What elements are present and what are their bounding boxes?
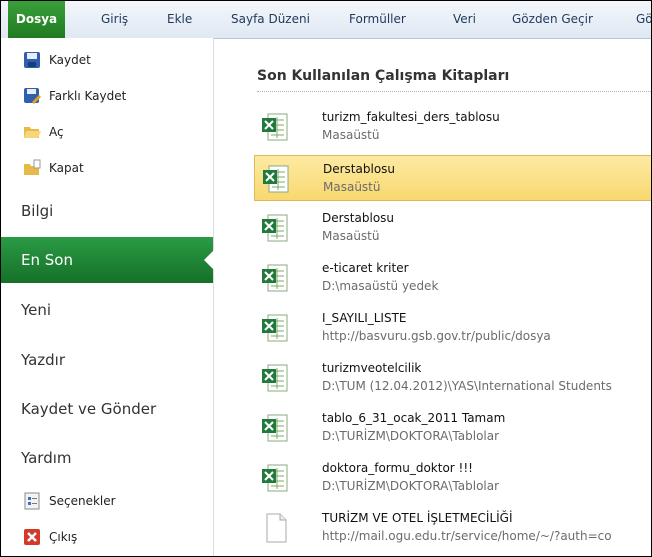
tab-view[interactable]: Gö [636,1,651,38]
nav-tab-recent[interactable]: En Son [1,237,214,283]
recent-item-path: D:\TUM (12.04.2012)\YAS\International St… [322,379,612,393]
close-command[interactable]: Kapat [1,151,213,185]
save-as-icon [23,87,41,105]
recent-item[interactable]: I_SAYILI_LISTE http://basvuru.gsb.gov.tr… [254,305,651,351]
tab-review[interactable]: Gözden Geçir [512,1,593,38]
save-command[interactable]: Kaydet [1,43,213,77]
recent-item-name: tablo_6_31_ocak_2011 Tamam [322,411,506,425]
recent-item-selected[interactable]: Derstablosu Masaüstü [254,155,651,201]
blank-file-icon [261,513,289,543]
tab-file[interactable]: Dosya [8,1,65,39]
recent-item-name: Derstablosu [322,211,395,225]
recent-item-name: Derstablosu [323,162,396,176]
recent-item-name: e-ticaret kriter [322,261,409,275]
recent-item-path: D:\TURİZM\DOKTORA\Tablolar [322,429,500,443]
save-as-command[interactable]: Farklı Kaydet [1,79,213,113]
recent-item-path: D:\TURİZM\DOKTORA\Tablolar [322,479,500,493]
recent-workbooks-panel: Son Kullanılan Çalışma Kitapları turizm_… [214,38,651,556]
excel-file-icon [261,263,289,293]
tab-data[interactable]: Veri [453,1,476,38]
recent-item[interactable]: turizmveotelcilik D:\TUM (12.04.2012)\YA… [254,355,651,401]
open-folder-icon [23,123,41,141]
recent-item-path: Masaüstü [322,229,380,243]
recent-item-name: doktora_formu_doktor !!! [322,461,473,475]
excel-file-icon [261,213,289,243]
recent-item-name: I_SAYILI_LISTE [322,311,407,325]
recent-item-path: http://basvuru.gsb.gov.tr/public/dosya [322,329,551,343]
recent-item-name: TURİZM VE OTEL İŞLETMECİLİĞİ [322,511,513,525]
recent-item[interactable]: e-ticaret kriter D:\masaüstü yedek [254,255,651,301]
ribbon-tab-strip: Dosya Giriş Ekle Sayfa Düzeni Formüller … [1,1,651,39]
recent-item[interactable]: doktora_formu_doktor !!! D:\TURİZM\DOKTO… [254,455,651,501]
excel-backstage-window: Dosya Giriş Ekle Sayfa Düzeni Formüller … [0,0,652,557]
close-label: Kapat [49,161,84,175]
nav-tab-print[interactable]: Yazdır [1,337,213,383]
section-divider [257,91,651,92]
nav-tab-info[interactable]: Bilgi [1,188,213,234]
excel-file-icon [262,164,290,194]
exit-command[interactable]: Çıkış [1,520,213,554]
excel-file-icon [261,463,289,493]
excel-file-icon [261,363,289,393]
recent-item-path: Masaüstü [323,180,381,194]
open-label: Aç [49,125,64,139]
open-command[interactable]: Aç [1,115,213,149]
options-label: Seçenekler [49,494,116,508]
exit-label: Çıkış [49,530,78,544]
tab-page-layout[interactable]: Sayfa Düzeni [231,1,310,38]
recent-section-title: Son Kullanılan Çalışma Kitapları [257,68,510,84]
exit-icon [23,528,41,546]
excel-file-icon [261,313,289,343]
save-as-label: Farklı Kaydet [49,89,127,103]
excel-file-icon [261,413,289,443]
tab-insert[interactable]: Ekle [167,1,192,38]
recent-item[interactable]: turizm_fakultesi_ders_tablosu Masaüstü [254,104,651,150]
save-icon [23,51,41,69]
nav-tab-new[interactable]: Yeni [1,287,213,333]
close-folder-icon [23,159,41,177]
recent-item[interactable]: tablo_6_31_ocak_2011 Tamam D:\TURİZM\DOK… [254,405,651,451]
recent-item[interactable]: TURİZM VE OTEL İŞLETMECİLİĞİ http://mail… [254,505,651,551]
nav-tab-save-send[interactable]: Kaydet ve Gönder [1,386,213,432]
recent-item-path: Masaüstü [322,128,380,142]
recent-item-name: turizmveotelcilik [322,361,422,375]
tab-home[interactable]: Giriş [101,1,128,38]
active-tab-notch [204,250,214,270]
backstage-nav: Kaydet Farklı Kaydet Aç Kapat Bilgi En S… [1,38,214,556]
recent-item-path: http://mail.ogu.edu.tr/service/home/~/?a… [322,529,612,543]
recent-item[interactable]: Derstablosu Masaüstü [254,205,651,251]
options-command[interactable]: Seçenekler [1,484,213,518]
excel-file-icon [261,112,289,142]
options-icon [23,492,41,510]
tab-formulas[interactable]: Formüller [349,1,406,38]
nav-tab-help[interactable]: Yardım [1,435,213,481]
recent-item-name: turizm_fakultesi_ders_tablosu [322,110,500,124]
save-label: Kaydet [49,53,91,67]
recent-item-path: D:\masaüstü yedek [322,279,439,293]
